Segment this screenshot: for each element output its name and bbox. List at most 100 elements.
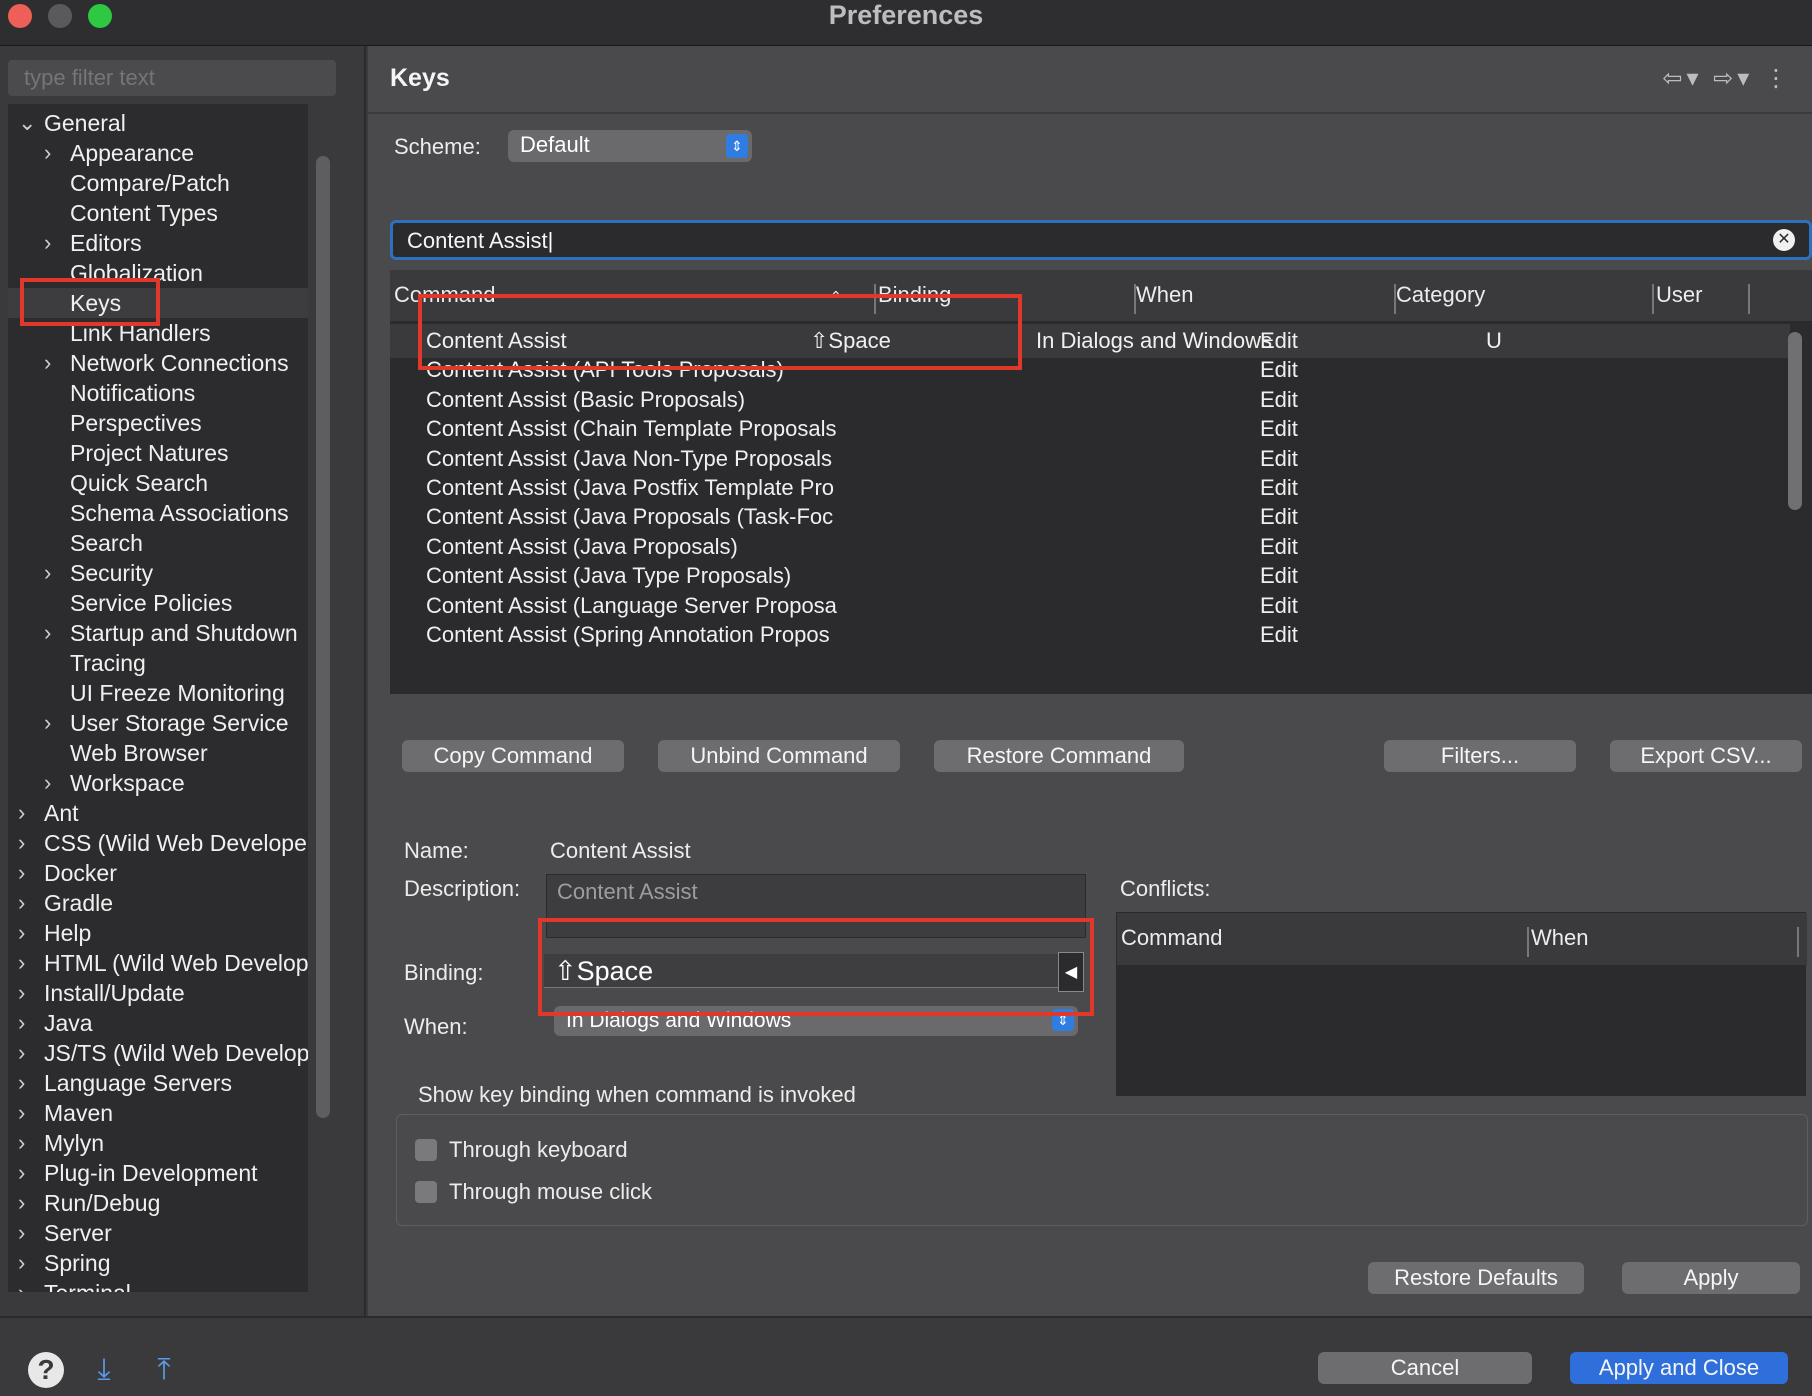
chevron-right-icon[interactable]: › bbox=[44, 228, 51, 258]
tree-item[interactable]: Tracing bbox=[8, 648, 308, 678]
tree-item[interactable]: › Server bbox=[8, 1218, 308, 1248]
tree-item[interactable]: Perspectives bbox=[8, 408, 308, 438]
tree-item[interactable]: › Gradle bbox=[8, 888, 308, 918]
forward-arrow-icon[interactable]: ⇨▾ bbox=[1713, 65, 1753, 92]
tree-item[interactable]: › Java bbox=[8, 1008, 308, 1038]
tree-item[interactable]: › Maven bbox=[8, 1098, 308, 1128]
col-user[interactable]: User bbox=[1656, 282, 1702, 308]
chevron-down-icon[interactable]: ⌄ bbox=[18, 108, 36, 138]
description-field[interactable]: Content Assist bbox=[546, 874, 1086, 938]
tree-item[interactable]: Web Browser bbox=[8, 738, 308, 768]
chevron-right-icon[interactable]: › bbox=[18, 1008, 25, 1038]
view-menu-icon[interactable]: ⋮ bbox=[1764, 65, 1792, 92]
tree-item[interactable]: › Startup and Shutdown bbox=[8, 618, 308, 648]
through-mouse-checkbox[interactable] bbox=[415, 1181, 437, 1203]
table-scrollbar[interactable] bbox=[1788, 332, 1802, 510]
chevron-right-icon[interactable]: › bbox=[18, 888, 25, 918]
chevron-right-icon[interactable]: › bbox=[18, 828, 25, 858]
tree-item[interactable]: Project Natures bbox=[8, 438, 308, 468]
chevron-right-icon[interactable]: › bbox=[18, 1068, 25, 1098]
chevron-right-icon[interactable]: › bbox=[44, 618, 51, 648]
chevron-right-icon[interactable]: › bbox=[18, 1098, 25, 1128]
tree-item[interactable]: › Terminal bbox=[8, 1278, 308, 1292]
restore-command-button[interactable]: Restore Command bbox=[934, 740, 1184, 772]
tree-item[interactable]: › Ant bbox=[8, 798, 308, 828]
tree-item[interactable]: Search bbox=[8, 528, 308, 558]
apply-button[interactable]: Apply bbox=[1622, 1262, 1800, 1294]
command-search-input[interactable]: Content Assist| ✕ bbox=[390, 220, 1812, 260]
chevron-right-icon[interactable]: › bbox=[44, 768, 51, 798]
tree-item[interactable]: Keys bbox=[8, 288, 308, 318]
tree-item[interactable]: Link Handlers bbox=[8, 318, 308, 348]
col-command[interactable]: Command bbox=[394, 282, 495, 308]
tree-item[interactable]: › Install/Update bbox=[8, 978, 308, 1008]
binding-menu-arrow-icon[interactable]: ◀ bbox=[1058, 952, 1084, 992]
tree-item[interactable]: › Spring bbox=[8, 1248, 308, 1278]
chevron-right-icon[interactable]: › bbox=[18, 1038, 25, 1068]
chevron-right-icon[interactable]: › bbox=[18, 1248, 25, 1278]
tree-item[interactable]: › JS/TS (Wild Web Develop bbox=[8, 1038, 308, 1068]
export-csv-button[interactable]: Export CSV... bbox=[1610, 740, 1802, 772]
tree-item[interactable]: › Editors bbox=[8, 228, 308, 258]
chevron-right-icon[interactable]: › bbox=[18, 978, 25, 1008]
tree-item[interactable]: Quick Search bbox=[8, 468, 308, 498]
tree-item[interactable]: › Language Servers bbox=[8, 1068, 308, 1098]
chevron-right-icon[interactable]: › bbox=[18, 1128, 25, 1158]
tree-item[interactable]: › Mylyn bbox=[8, 1128, 308, 1158]
tree-item[interactable]: › User Storage Service bbox=[8, 708, 308, 738]
chevron-right-icon[interactable]: › bbox=[18, 858, 25, 888]
copy-command-button[interactable]: Copy Command bbox=[402, 740, 624, 772]
conflict-col-when[interactable]: When bbox=[1531, 925, 1588, 951]
scheme-select[interactable]: Default ⇕ bbox=[508, 130, 752, 162]
tree-item[interactable]: › Help bbox=[8, 918, 308, 948]
tree-item[interactable]: › Plug-in Development bbox=[8, 1158, 308, 1188]
tree-item[interactable]: › HTML (Wild Web Develop bbox=[8, 948, 308, 978]
import-icon[interactable]: ⤓ bbox=[84, 1352, 124, 1388]
help-icon[interactable]: ? bbox=[28, 1352, 64, 1388]
tree-item[interactable]: Notifications bbox=[8, 378, 308, 408]
chevron-right-icon[interactable]: › bbox=[18, 948, 25, 978]
tree-item[interactable]: ⌄ General bbox=[8, 108, 308, 138]
col-category[interactable]: Category bbox=[1396, 282, 1485, 308]
chevron-right-icon[interactable]: › bbox=[18, 1188, 25, 1218]
tree-item[interactable]: Schema Associations bbox=[8, 498, 308, 528]
col-when[interactable]: When bbox=[1136, 282, 1193, 308]
chevron-right-icon[interactable]: › bbox=[18, 1278, 25, 1292]
tree-item[interactable]: › Appearance bbox=[8, 138, 308, 168]
sidebar-vertical-scrollbar[interactable] bbox=[316, 156, 330, 1118]
chevron-right-icon[interactable]: › bbox=[18, 918, 25, 948]
cancel-button[interactable]: Cancel bbox=[1318, 1352, 1532, 1384]
tree-item[interactable]: Compare/Patch bbox=[8, 168, 308, 198]
tree-item[interactable]: UI Freeze Monitoring bbox=[8, 678, 308, 708]
filters-button[interactable]: Filters... bbox=[1384, 740, 1576, 772]
chevron-right-icon[interactable]: › bbox=[44, 348, 51, 378]
conflict-col-command[interactable]: Command bbox=[1121, 925, 1222, 951]
tree-item[interactable]: Globalization bbox=[8, 258, 308, 288]
chevron-right-icon[interactable]: › bbox=[44, 558, 51, 588]
chevron-right-icon[interactable]: › bbox=[18, 1218, 25, 1248]
chevron-right-icon[interactable]: › bbox=[18, 1158, 25, 1188]
restore-defaults-button[interactable]: Restore Defaults bbox=[1368, 1262, 1584, 1294]
tree-item[interactable]: › Docker bbox=[8, 858, 308, 888]
chevron-right-icon[interactable]: › bbox=[44, 708, 51, 738]
tree-item[interactable]: › CSS (Wild Web Develope bbox=[8, 828, 308, 858]
tree-item[interactable]: › Run/Debug bbox=[8, 1188, 308, 1218]
clear-search-icon[interactable]: ✕ bbox=[1773, 229, 1795, 251]
unbind-command-button[interactable]: Unbind Command bbox=[658, 740, 900, 772]
through-keyboard-checkbox[interactable] bbox=[415, 1139, 437, 1161]
binding-field[interactable]: ⇧Space bbox=[544, 954, 1064, 988]
table-row[interactable]: Content Assist (Spring Annotation Propos… bbox=[390, 618, 1790, 652]
col-binding[interactable]: Binding bbox=[878, 282, 951, 308]
tree-item[interactable]: Service Policies bbox=[8, 588, 308, 618]
tree-item[interactable]: › Workspace bbox=[8, 768, 308, 798]
back-arrow-icon[interactable]: ⇦▾ bbox=[1662, 65, 1702, 92]
filter-input[interactable] bbox=[8, 60, 336, 96]
tree-item[interactable]: › Security bbox=[8, 558, 308, 588]
when-select[interactable]: In Dialogs and Windows ⇕ bbox=[554, 1006, 1078, 1036]
export-icon[interactable]: ⤒ bbox=[144, 1352, 184, 1388]
chevron-right-icon[interactable]: › bbox=[44, 138, 51, 168]
chevron-right-icon[interactable]: › bbox=[18, 798, 25, 828]
tree-item[interactable]: Content Types bbox=[8, 198, 308, 228]
apply-and-close-button[interactable]: Apply and Close bbox=[1570, 1352, 1788, 1384]
tree-item[interactable]: › Network Connections bbox=[8, 348, 308, 378]
